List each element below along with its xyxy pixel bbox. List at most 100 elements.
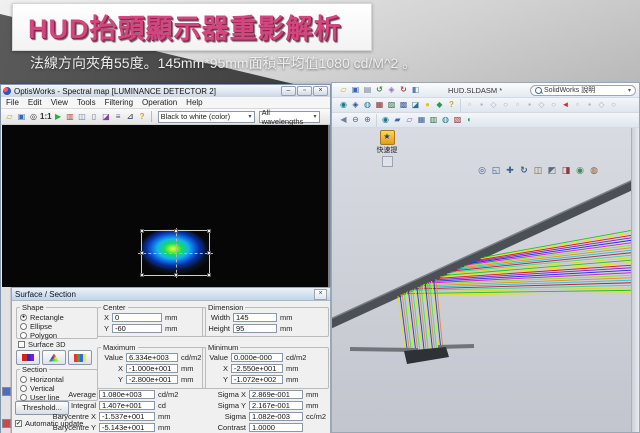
raytrace-run-icon[interactable]: ◉ — [380, 114, 391, 126]
bulb-icon[interactable]: ● — [422, 99, 433, 111]
raytrace-icon[interactable]: ◉ — [338, 99, 349, 111]
restore-button[interactable]: ▫ — [297, 86, 312, 96]
dock-icon[interactable] — [2, 419, 11, 428]
map-icon[interactable]: ▥ — [428, 114, 439, 126]
menu-item[interactable]: View — [51, 98, 68, 107]
options-icon[interactable]: ◧ — [410, 84, 421, 96]
select-area-icon[interactable]: ◫ — [77, 111, 88, 123]
resize-handle[interactable] — [207, 251, 211, 255]
close-icon[interactable]: × — [314, 289, 327, 300]
value-field[interactable]: -60 — [112, 324, 162, 333]
quick-tip-widget[interactable]: ★ 快速提 — [369, 130, 405, 167]
section-view-icon[interactable]: ◨ — [561, 165, 571, 176]
save-icon[interactable]: ▣ — [16, 111, 27, 123]
radio-icon[interactable] — [20, 385, 27, 392]
selection-rectangle[interactable] — [141, 230, 210, 276]
optisworks-titlebar[interactable]: OptisWorks - Spectral map [LUMINANCE DET… — [1, 85, 330, 97]
material-icon[interactable]: ▨ — [386, 99, 397, 111]
wavelengths-dropdown[interactable]: All wavelengths ▾ — [259, 111, 320, 123]
previous-view-icon[interactable]: ◀ — [338, 114, 349, 126]
value-field[interactable]: -1.000e+001 — [126, 364, 178, 373]
rgb-bars-icon[interactable]: ▥ — [65, 111, 76, 123]
source-icon[interactable]: ▦ — [374, 99, 385, 111]
plane-icon[interactable]: ▰ — [392, 114, 403, 126]
dock-icon[interactable] — [2, 387, 11, 396]
zoom-icon[interactable]: ◎ — [28, 111, 39, 123]
pencil-icon[interactable]: ▱ — [404, 114, 415, 126]
resize-handle[interactable] — [174, 273, 178, 277]
select-icon[interactable]: ◈ — [386, 84, 397, 96]
checkbox-icon[interactable] — [18, 341, 25, 348]
color-grid-button[interactable] — [68, 350, 92, 365]
colormap-dropdown[interactable]: Black to white (color) ▾ — [158, 111, 255, 123]
rebuild-icon[interactable]: ↻ — [398, 84, 409, 96]
menu-item[interactable]: Tools — [77, 98, 96, 107]
close-button[interactable]: × — [313, 86, 328, 96]
spectral-map-canvas[interactable] — [2, 125, 328, 287]
menu-item[interactable]: Filtering — [105, 98, 133, 107]
stat-value-field[interactable]: 1.080e+003 — [99, 390, 155, 399]
value-field[interactable]: -2.550e+001 — [231, 364, 283, 373]
section-radio-option[interactable]: Horizontal — [20, 375, 94, 383]
detector-icon[interactable]: ◍ — [362, 99, 373, 111]
stat-value-field[interactable]: 1.082e-003 — [249, 412, 303, 421]
rotate-view-icon[interactable]: ↻ — [519, 165, 529, 176]
levels-icon[interactable]: ≡ — [113, 111, 124, 123]
view-cube-icon[interactable]: ◫ — [533, 165, 543, 176]
resize-handle[interactable] — [207, 273, 211, 277]
cie-diagram-icon[interactable]: ▶ — [53, 111, 64, 123]
simulation-icon[interactable]: ◈ — [350, 99, 361, 111]
table-icon[interactable]: ▦ — [416, 114, 427, 126]
interference-icon[interactable]: ○ — [608, 99, 619, 111]
measure-icon[interactable]: ▪ — [584, 99, 595, 111]
open-icon[interactable]: ▱ — [338, 84, 349, 96]
menu-item[interactable]: Operation — [142, 98, 177, 107]
open-icon[interactable]: ▱ — [4, 111, 15, 123]
mate-icon[interactable]: ◇ — [488, 99, 499, 111]
menu-item[interactable]: File — [6, 98, 19, 107]
shape-radio-option[interactable]: Ellipse — [20, 322, 94, 330]
quick-tip-icon[interactable]: ★ — [380, 130, 395, 145]
print-icon[interactable]: ▤ — [362, 84, 373, 96]
colormap-button[interactable] — [16, 350, 40, 365]
shape-radio-option[interactable]: ● Rectangle — [20, 313, 94, 321]
radio-icon[interactable] — [20, 323, 27, 330]
result-icon[interactable]: ◪ — [410, 99, 421, 111]
resize-handle[interactable] — [140, 251, 144, 255]
stat-value-field[interactable]: 1.407e+001 — [99, 401, 155, 410]
component-icon[interactable]: ▪ — [476, 99, 487, 111]
value-field[interactable]: 6.334e+003 — [126, 353, 178, 362]
fastener-icon[interactable]: ▫ — [512, 99, 523, 111]
render-icon[interactable]: ◐ — [464, 114, 475, 126]
resize-handle[interactable] — [207, 229, 211, 233]
zoom-out-icon[interactable]: ⊖ — [350, 114, 361, 126]
layers-icon[interactable]: ◪ — [101, 111, 112, 123]
zoom-fit-icon[interactable]: ◎ — [477, 165, 487, 176]
exploded-icon[interactable]: ○ — [548, 99, 559, 111]
search-box[interactable]: SolidWorks 說明 ▾ — [530, 85, 636, 96]
sketch-icon[interactable]: ▫ — [572, 99, 583, 111]
pattern-icon[interactable]: ○ — [500, 99, 511, 111]
resize-handle[interactable] — [174, 229, 178, 233]
radio-icon[interactable] — [20, 332, 27, 339]
value-field[interactable]: 95 — [233, 324, 277, 333]
zoom-area-icon[interactable]: ◱ — [491, 165, 501, 176]
transform-icon[interactable]: ⊿ — [125, 111, 136, 123]
save-icon[interactable]: ▣ — [350, 84, 361, 96]
radio-icon[interactable] — [20, 376, 27, 383]
radio-icon[interactable] — [20, 394, 27, 401]
checkbox-icon[interactable]: ✔ — [15, 420, 22, 427]
clipboard-icon[interactable]: ▯ — [89, 111, 100, 123]
quick-tip-sub-icon[interactable] — [382, 156, 393, 167]
cie-diagram-button[interactable] — [42, 350, 66, 365]
display-style-icon[interactable]: ◩ — [547, 165, 557, 176]
move-icon[interactable]: ▪ — [524, 99, 535, 111]
task-pane-edge[interactable] — [631, 128, 639, 432]
scene-icon[interactable]: ◍ — [589, 165, 599, 176]
zoom-in-icon[interactable]: ⊕ — [362, 114, 373, 126]
menu-item[interactable]: Help — [186, 98, 202, 107]
stat-value-field[interactable]: 1.0000 — [249, 423, 303, 432]
resize-handle[interactable] — [140, 229, 144, 233]
stat-value-field[interactable]: 2.167e-001 — [249, 401, 303, 410]
mesh-icon[interactable]: ▩ — [398, 99, 409, 111]
